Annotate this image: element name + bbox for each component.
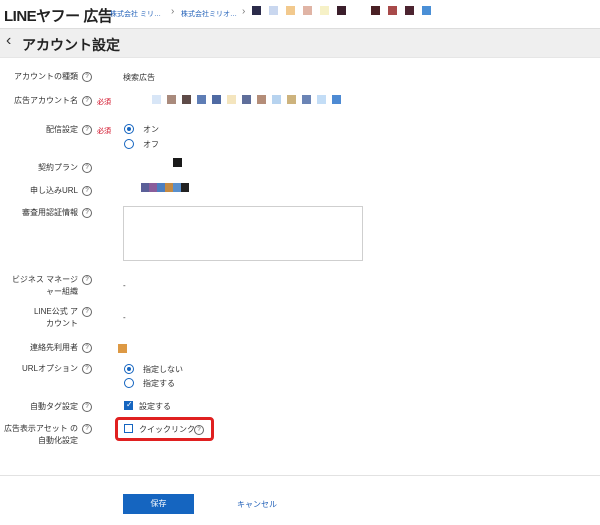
help-icon[interactable]: ? bbox=[82, 307, 92, 317]
masked-pixel bbox=[227, 95, 236, 104]
masked-pixel bbox=[371, 6, 380, 15]
review-info-textarea[interactable] bbox=[123, 206, 363, 261]
url-option-none-label: 指定しない bbox=[143, 365, 183, 374]
top-header: LINEヤフー 広告 株式会社 ミリ… › 株式会社ミリオ… › bbox=[0, 0, 600, 28]
masked-pixel bbox=[354, 6, 363, 15]
quicklink-checkbox[interactable] bbox=[124, 424, 133, 433]
help-icon[interactable]: ? bbox=[82, 96, 92, 106]
label-auto-tag: 自動タグ設定 bbox=[30, 402, 78, 411]
masked-pixel bbox=[165, 183, 173, 192]
breadcrumb-item-1[interactable]: 株式会社 ミリ… bbox=[110, 9, 161, 19]
delivery-on-label: オン bbox=[143, 125, 159, 134]
label-business-manager: ビジネス マネージャー組織 bbox=[11, 275, 78, 296]
logo[interactable]: LINEヤフー 広告 bbox=[4, 5, 113, 26]
masked-pixel bbox=[302, 95, 311, 104]
help-icon[interactable]: ? bbox=[82, 364, 92, 374]
label-url: 申し込みURL bbox=[29, 186, 78, 195]
masked-pixel bbox=[287, 95, 296, 104]
breadcrumb-item-2[interactable]: 株式会社ミリオ… bbox=[181, 9, 237, 19]
masked-pixel bbox=[149, 183, 157, 192]
business-manager-value: - bbox=[123, 281, 126, 290]
masked-pixel bbox=[303, 6, 312, 15]
required-badge: 必須 bbox=[97, 99, 111, 106]
label-account-name: 広告アカウント名 bbox=[14, 96, 78, 105]
label-line-account: LINE公式 アカウント bbox=[33, 307, 78, 328]
masked-pixel bbox=[388, 6, 397, 15]
divider bbox=[0, 475, 600, 476]
help-icon[interactable]: ? bbox=[82, 125, 92, 135]
masked-pixel bbox=[317, 95, 326, 104]
masked-pixel bbox=[242, 95, 251, 104]
masked-pixel bbox=[332, 95, 341, 104]
masked-pixel bbox=[167, 95, 176, 104]
delivery-off-radio[interactable] bbox=[124, 139, 134, 149]
masked-pixel bbox=[181, 183, 189, 192]
masked-pixel bbox=[173, 158, 182, 167]
cancel-link[interactable]: キャンセル bbox=[237, 499, 277, 510]
page-title: アカウント設定 bbox=[22, 37, 120, 53]
delivery-on-radio[interactable] bbox=[124, 124, 134, 134]
masked-pixel bbox=[272, 95, 281, 104]
url-option-specify-radio[interactable] bbox=[124, 378, 134, 388]
masked-pixel bbox=[269, 6, 278, 15]
masked-pixel bbox=[157, 183, 165, 192]
masked-pixel bbox=[118, 344, 127, 353]
label-review-info: 審査用認証情報 bbox=[22, 208, 78, 217]
masked-pixel bbox=[257, 95, 266, 104]
label-delivery: 配信設定 bbox=[46, 125, 78, 134]
help-icon[interactable]: ? bbox=[82, 208, 92, 218]
page-title-bar: ‹ アカウント設定 bbox=[0, 28, 600, 58]
label-asset-automation: 広告表示アセット の自動化設定 bbox=[3, 424, 78, 445]
help-icon[interactable]: ? bbox=[82, 275, 92, 285]
account-type-value: 検索広告 bbox=[123, 73, 155, 82]
masked-pixel bbox=[337, 6, 346, 15]
masked-pixel bbox=[141, 183, 149, 192]
save-button[interactable]: 保存 bbox=[123, 494, 194, 514]
help-icon[interactable]: ? bbox=[82, 186, 92, 196]
delivery-off-label: オフ bbox=[143, 140, 159, 149]
auto-tag-label: 設定する bbox=[139, 402, 171, 411]
required-badge: 必須 bbox=[97, 128, 111, 135]
help-icon[interactable]: ? bbox=[82, 72, 92, 82]
masked-pixel bbox=[152, 95, 161, 104]
url-option-specify-label: 指定する bbox=[143, 379, 175, 388]
help-icon[interactable]: ? bbox=[82, 343, 92, 353]
breadcrumb-separator-icon: › bbox=[171, 6, 175, 17]
chevron-left-icon[interactable]: ‹ bbox=[6, 32, 11, 50]
auto-tag-checkbox[interactable] bbox=[124, 400, 133, 410]
masked-pixel bbox=[405, 6, 414, 15]
help-icon[interactable]: ? bbox=[194, 425, 204, 435]
masked-pixel bbox=[212, 95, 221, 104]
masked-pixel bbox=[422, 6, 431, 15]
breadcrumb-separator-icon: › bbox=[242, 6, 246, 17]
masked-pixel bbox=[252, 6, 261, 15]
label-url-option: URLオプション bbox=[21, 364, 78, 373]
line-account-value: - bbox=[123, 313, 126, 322]
masked-pixel bbox=[173, 183, 181, 192]
label-plan: 契約プラン bbox=[38, 163, 78, 172]
masked-pixel bbox=[320, 6, 329, 15]
help-icon[interactable]: ? bbox=[82, 163, 92, 173]
help-icon[interactable]: ? bbox=[82, 402, 92, 412]
label-account-type: アカウントの種類 bbox=[14, 72, 78, 81]
label-contact-user: 連絡先利用者 bbox=[30, 343, 78, 352]
masked-pixel bbox=[286, 6, 295, 15]
masked-pixel bbox=[197, 95, 206, 104]
help-icon[interactable]: ? bbox=[82, 424, 92, 434]
masked-pixel bbox=[182, 95, 191, 104]
url-option-none-radio[interactable] bbox=[124, 364, 134, 374]
quicklink-label: クイックリンク bbox=[139, 425, 195, 434]
